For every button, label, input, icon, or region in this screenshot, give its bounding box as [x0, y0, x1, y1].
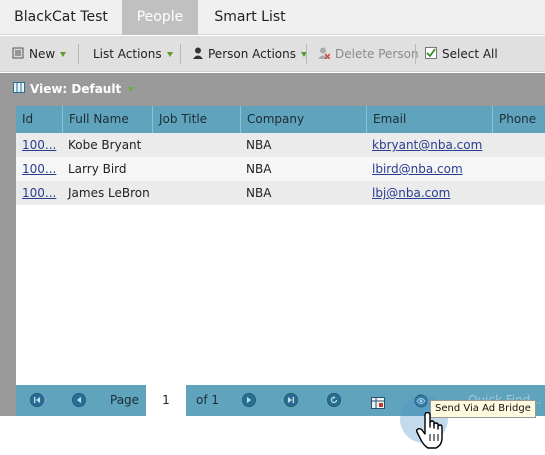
view-selector[interactable]: View: Default: [0, 73, 545, 105]
new-dropdown-icon: [60, 51, 67, 57]
next-page-button[interactable]: [242, 393, 256, 407]
grid-export-icon: [371, 397, 385, 409]
grid-header: Id Full Name Job Title Company Email Pho…: [16, 106, 545, 133]
delete-person-button[interactable]: Delete Person: [318, 36, 419, 72]
delete-person-label: Delete Person: [335, 47, 419, 61]
view-dropdown-icon: [128, 86, 135, 92]
person-icon: [193, 47, 203, 62]
company-cell: NBA: [246, 186, 272, 200]
new-icon: [12, 47, 24, 62]
column-header-job-title[interactable]: Job Title: [152, 106, 240, 133]
checkbox-icon: [425, 46, 437, 62]
column-header-email[interactable]: Email: [366, 106, 492, 133]
app-window: BlackCat Test People Smart List New List…: [0, 0, 545, 455]
phone-cell: [492, 157, 545, 181]
refresh-button[interactable]: [327, 393, 341, 407]
select-all-label: Select All: [442, 47, 498, 61]
column-header-full-name[interactable]: Full Name: [62, 106, 152, 133]
full-name-cell: Kobe Bryant: [68, 138, 142, 152]
view-label: View: Default: [30, 82, 122, 96]
new-label: New: [29, 47, 56, 61]
job-title-cell: [152, 157, 240, 181]
prev-page-icon: [77, 397, 81, 403]
full-name-cell: Larry Bird: [68, 162, 127, 176]
new-button[interactable]: New: [12, 36, 67, 72]
phone-cell: [492, 133, 545, 157]
page-label: Page: [110, 393, 140, 407]
column-header-company[interactable]: Company: [240, 106, 366, 133]
view-icon: [13, 82, 25, 96]
select-all-button[interactable]: Select All: [425, 36, 498, 72]
toolbar-divider: [180, 44, 181, 64]
id-link[interactable]: 100...: [16, 157, 62, 181]
email-link[interactable]: kbryant@nba.com: [366, 133, 492, 157]
list-actions-dropdown-icon: [166, 51, 173, 57]
export-grid-button[interactable]: [371, 394, 385, 413]
column-header-phone[interactable]: Phone: [492, 106, 545, 133]
tab-smart-list[interactable]: Smart List: [198, 0, 302, 35]
job-title-cell: [152, 181, 240, 205]
toolbar-divider: [415, 44, 416, 64]
first-page-icon: [34, 397, 40, 403]
full-name-cell: James LeBron: [68, 186, 150, 200]
tab-people[interactable]: People: [122, 0, 198, 35]
last-page-button[interactable]: [284, 393, 298, 407]
column-header-id[interactable]: Id: [16, 106, 62, 133]
table-row[interactable]: 100... Larry Bird NBA lbird@nba.com: [16, 157, 545, 181]
list-actions-label: List Actions: [93, 47, 162, 61]
prev-page-button[interactable]: [72, 393, 86, 407]
company-cell: NBA: [246, 138, 272, 152]
list-actions-button[interactable]: List Actions: [93, 36, 173, 72]
job-title-cell: [152, 133, 240, 157]
person-actions-label: Person Actions: [208, 47, 296, 61]
table-row[interactable]: 100... James LeBron NBA lbj@nba.com: [16, 181, 545, 205]
phone-cell: [492, 181, 545, 205]
delete-person-icon: [318, 47, 331, 62]
last-page-icon: [288, 397, 294, 403]
toolbar-divider: [306, 44, 307, 64]
next-page-icon: [247, 397, 251, 403]
table-row[interactable]: 100... Kobe Bryant NBA kbryant@nba.com: [16, 133, 545, 157]
email-link[interactable]: lbird@nba.com: [366, 157, 492, 181]
hand-cursor-icon: [415, 411, 446, 455]
tab-blackcat-test[interactable]: BlackCat Test: [0, 0, 122, 35]
email-link[interactable]: lbj@nba.com: [366, 181, 492, 205]
person-actions-button[interactable]: Person Actions: [193, 36, 307, 72]
page-number-input[interactable]: 1: [146, 385, 186, 416]
company-cell: NBA: [246, 162, 272, 176]
id-link[interactable]: 100...: [16, 133, 62, 157]
tab-bar: BlackCat Test People Smart List: [0, 0, 545, 35]
toolbar: New List Actions Person Actions Delete P…: [0, 36, 545, 72]
people-grid: Id Full Name Job Title Company Email Pho…: [16, 106, 545, 385]
id-link[interactable]: 100...: [16, 181, 62, 205]
first-page-button[interactable]: [30, 393, 44, 407]
refresh-icon: [330, 396, 338, 404]
toolbar-divider: [78, 44, 79, 64]
page-count-label: of 1: [196, 393, 220, 407]
